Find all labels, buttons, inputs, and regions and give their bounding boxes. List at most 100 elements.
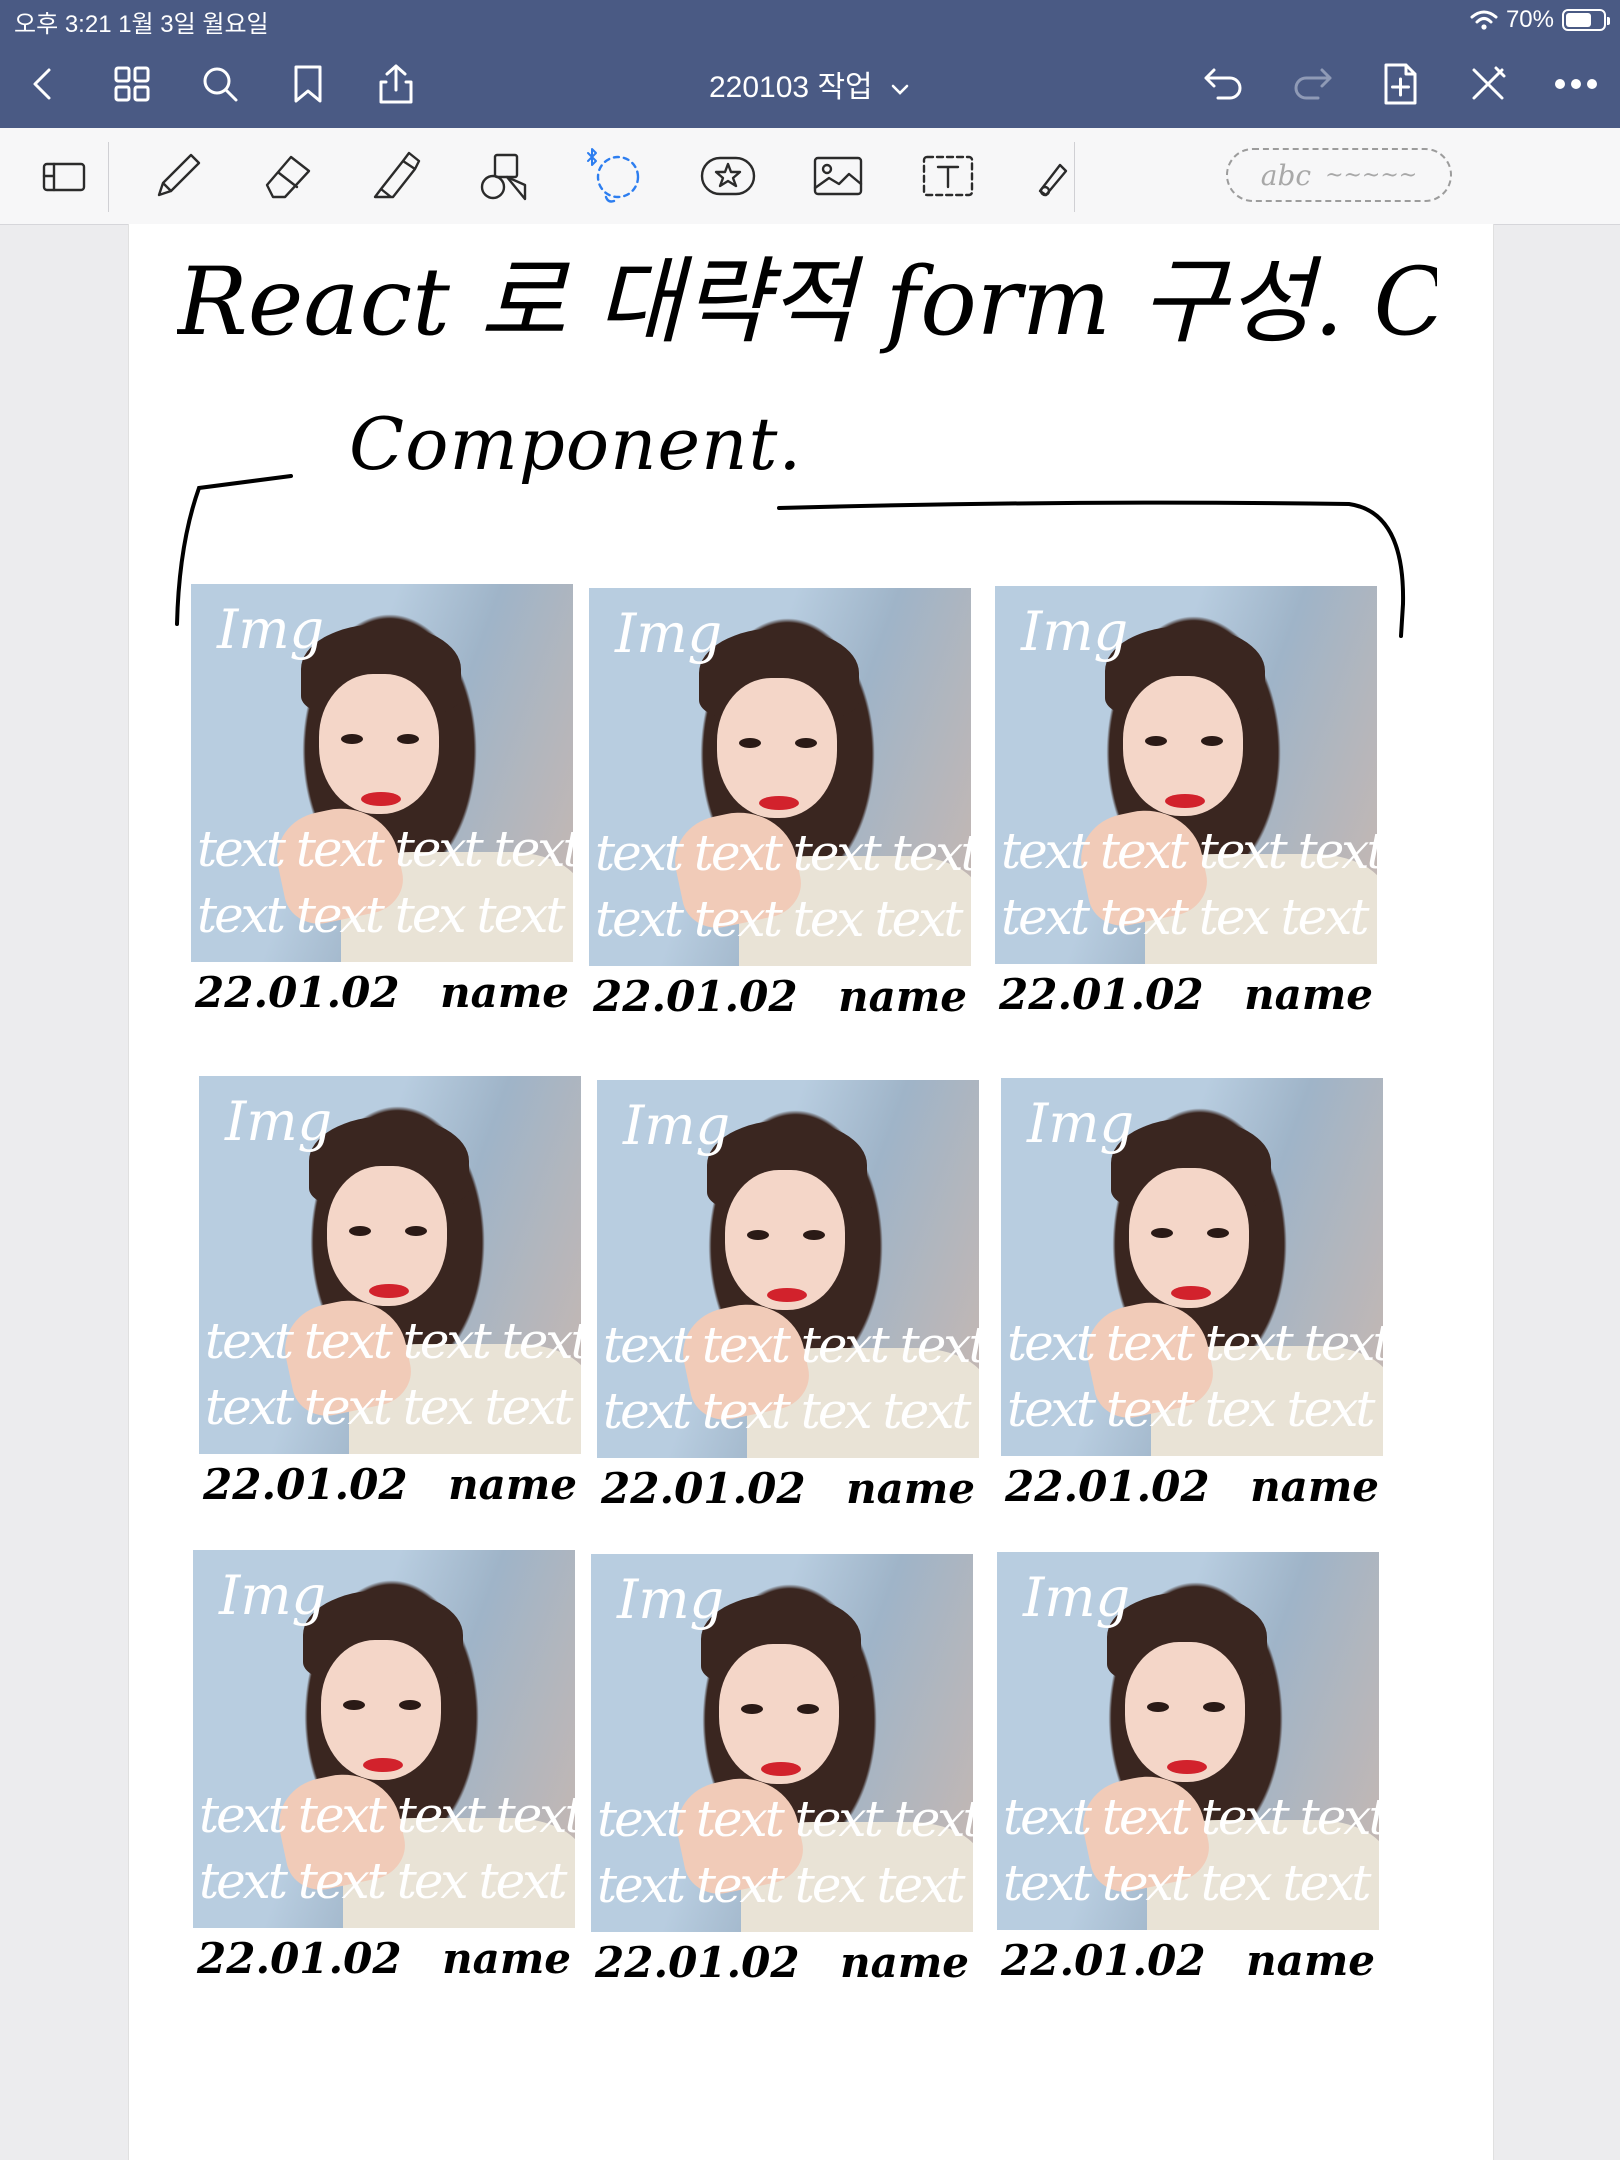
add-page-button[interactable]	[1372, 58, 1428, 110]
card-caption: 22.01.02 name	[1001, 1456, 1383, 1511]
photo-lips	[1165, 794, 1205, 808]
card-text-line: text text text text	[1001, 822, 1377, 880]
photo-lips	[1167, 1760, 1207, 1774]
card-text-line: text text tex text	[1003, 1854, 1371, 1912]
photo-eye	[1145, 736, 1167, 746]
card-caption: 22.01.02 name	[591, 1932, 973, 1987]
chevron-down-icon	[891, 84, 909, 95]
tool-bar: abc ~~~~~	[0, 128, 1620, 225]
search-icon	[203, 67, 238, 102]
photo-eye	[803, 1230, 825, 1240]
card-text-lines: text text text text text text tex text	[1001, 818, 1377, 950]
card-name: name	[838, 972, 967, 1021]
document-title-button[interactable]: 220103 작업	[709, 71, 911, 104]
lasso-tool[interactable]	[580, 144, 644, 208]
document-title-text: 220103 작업	[709, 71, 873, 104]
undo-button[interactable]	[1196, 58, 1252, 110]
card-name: name	[1250, 1462, 1379, 1511]
bookmark-button[interactable]	[280, 58, 336, 110]
card-date: 22.01.02	[595, 1938, 800, 1987]
shapes-tool[interactable]	[474, 144, 538, 208]
photo-eye	[343, 1700, 365, 1710]
img-label: Img	[615, 602, 723, 665]
page-layout-icon	[42, 162, 86, 192]
more-button[interactable]	[1548, 58, 1604, 110]
component-card: Img text text text text text text tex text…	[199, 1076, 581, 1509]
card-text-line: text text text text	[595, 824, 971, 882]
card-photo: Img text text text text text text tex text	[589, 588, 971, 966]
img-label: Img	[217, 598, 325, 661]
photo-eye	[1203, 1702, 1225, 1712]
photo-lips	[1171, 1286, 1211, 1300]
thumbnails-button[interactable]	[104, 58, 160, 110]
photo-eye	[397, 734, 419, 744]
highlighter-tool[interactable]	[364, 144, 428, 208]
eraser-tool[interactable]	[254, 144, 318, 208]
eraser-icon	[265, 155, 311, 199]
card-date: 22.01.02	[195, 968, 400, 1017]
photo-eye	[1201, 736, 1223, 746]
photo-eye	[739, 738, 761, 748]
card-text-line: text text text text	[597, 1790, 973, 1848]
component-card: Img text text text text text text tex text…	[997, 1552, 1379, 1985]
redo-button[interactable]	[1284, 58, 1340, 110]
note-page[interactable]: React 로 대략적 form 구성. CSS 제외. Component. …	[128, 224, 1494, 2160]
share-button[interactable]	[368, 58, 424, 110]
text-pill-label: abc	[1260, 158, 1312, 192]
card-date: 22.01.02	[197, 1934, 402, 1983]
close-pen-button[interactable]	[1460, 58, 1516, 110]
pen-tool[interactable]	[146, 144, 210, 208]
card-date: 22.01.02	[601, 1464, 806, 1513]
lasso-icon	[587, 148, 640, 203]
card-name: name	[448, 1460, 577, 1509]
photo-lips	[363, 1758, 403, 1772]
card-text-lines: text text text text text text tex text	[197, 816, 573, 948]
card-date: 22.01.02	[1005, 1462, 1210, 1511]
image-tool[interactable]	[806, 144, 870, 208]
card-text-line: text text text text	[199, 1786, 575, 1844]
photo-eye	[1207, 1228, 1229, 1238]
battery-percent: 70%	[1505, 6, 1554, 33]
card-name: name	[442, 1934, 571, 1983]
status-time: 오후 3:21 1월 3일 월요일	[14, 11, 269, 38]
card-text-lines: text text text text text text tex text	[597, 1786, 973, 1918]
sticker-tool[interactable]	[696, 144, 760, 208]
photo-eye	[349, 1226, 371, 1236]
card-text-lines: text text text text text text tex text	[1003, 1784, 1379, 1916]
card-photo: Img text text text text text text tex text	[591, 1554, 973, 1932]
img-label: Img	[617, 1568, 725, 1631]
card-caption: 22.01.02 name	[597, 1458, 979, 1513]
card-date: 22.01.02	[1001, 1936, 1206, 1985]
photo-eye	[795, 738, 817, 748]
text-tool[interactable]	[916, 144, 980, 208]
card-caption: 22.01.02 name	[199, 1454, 581, 1509]
img-label: Img	[1021, 600, 1129, 663]
favorite-text-style[interactable]: abc ~~~~~	[1226, 148, 1452, 202]
card-text-line: text text tex text	[1007, 1380, 1375, 1438]
status-indicators: 70%	[1470, 4, 1610, 36]
component-card: Img text text text text text text tex text…	[191, 584, 573, 1017]
photo-lips	[767, 1288, 807, 1302]
img-label: Img	[623, 1094, 731, 1157]
close-pen-icon	[1472, 66, 1506, 100]
component-card: Img text text text text text text tex text…	[1001, 1078, 1383, 1511]
share-icon	[379, 64, 413, 104]
wifi-icon	[1470, 10, 1498, 30]
back-button[interactable]	[14, 58, 70, 110]
card-date: 22.01.02	[593, 972, 798, 1021]
bookmark-icon	[294, 65, 322, 103]
card-text-line: text text tex text	[595, 890, 963, 948]
app-header: 오후 3:21 1월 3일 월요일 70% 220103 작업	[0, 0, 1620, 128]
card-text-line: text text text text	[1007, 1314, 1383, 1372]
thumbnails-icon	[114, 66, 150, 102]
component-card: Img text text text text text text tex text…	[995, 586, 1377, 1019]
card-text-line: text text tex text	[1001, 888, 1369, 946]
card-text-lines: text text text text text text tex text	[199, 1782, 575, 1914]
img-label: Img	[219, 1564, 327, 1627]
laser-tool[interactable]	[1018, 144, 1082, 208]
card-text-lines: text text text text text text tex text	[595, 820, 971, 952]
card-text-line: text text tex text	[597, 1856, 965, 1914]
page-layout-tool[interactable]	[32, 144, 96, 208]
search-button[interactable]	[192, 58, 248, 110]
card-date: 22.01.02	[203, 1460, 408, 1509]
